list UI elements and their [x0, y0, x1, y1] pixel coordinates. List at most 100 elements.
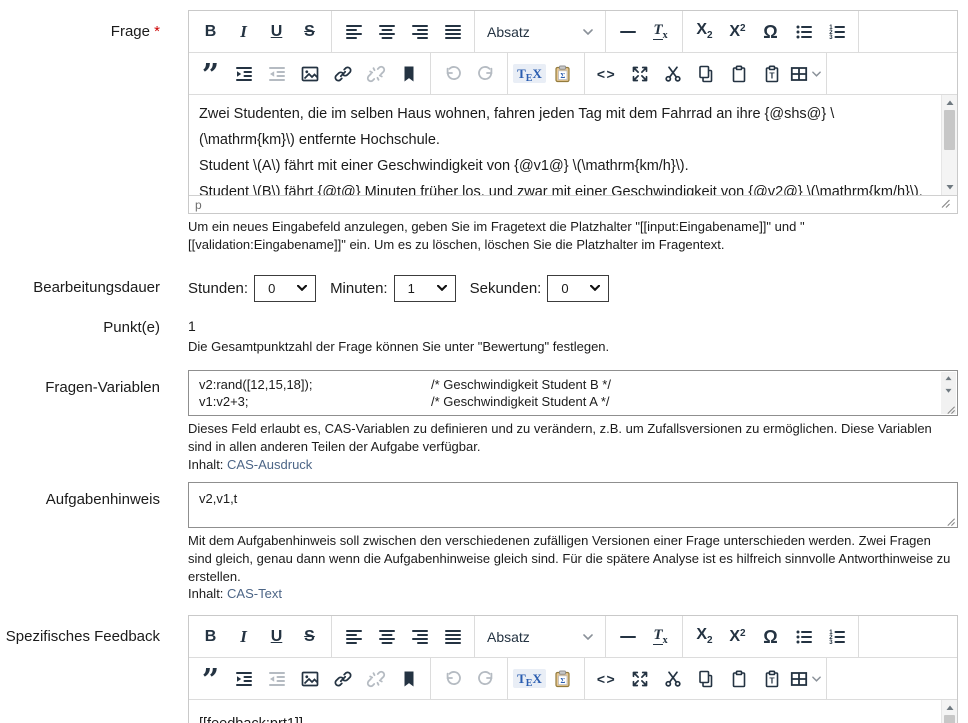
- strikethrough-button[interactable]: S: [293, 15, 326, 48]
- italic-button[interactable]: I: [227, 15, 260, 48]
- scrollbar-thumb[interactable]: [944, 110, 955, 150]
- bullet-list-button[interactable]: [787, 15, 820, 48]
- horizontal-rule-button[interactable]: [611, 620, 644, 653]
- frage-text[interactable]: Zwei Studenten, die im selben Haus wohne…: [189, 95, 957, 195]
- aufgabenhinweis-textarea[interactable]: v2,v1,t: [188, 482, 958, 528]
- paste-from-word-button[interactable]: [546, 57, 579, 90]
- insert-image-button[interactable]: [293, 662, 326, 695]
- special-character-button[interactable]: Ω: [754, 620, 787, 653]
- indent-button[interactable]: [227, 662, 260, 695]
- frage-help: Um ein neues Eingabefeld anzulegen, gebe…: [188, 218, 958, 254]
- insert-link-button[interactable]: [326, 57, 359, 90]
- resize-grip-icon[interactable]: [945, 404, 956, 415]
- remove-link-button[interactable]: [359, 57, 392, 90]
- align-center-button[interactable]: [370, 620, 403, 653]
- copy-button[interactable]: [689, 57, 722, 90]
- underline-button[interactable]: U: [260, 15, 293, 48]
- align-left-button[interactable]: [337, 15, 370, 48]
- bold-button[interactable]: B: [194, 620, 227, 653]
- outdent-button[interactable]: [260, 662, 293, 695]
- align-justify-button[interactable]: [436, 15, 469, 48]
- frage-editor-content[interactable]: Zwei Studenten, die im selben Haus wohne…: [189, 95, 957, 195]
- feedback-editor-content[interactable]: [[feedback:prt1]]: [189, 700, 957, 723]
- copy-button[interactable]: [689, 662, 722, 695]
- paste-as-text-button[interactable]: [755, 662, 788, 695]
- horizontal-rule-button[interactable]: [611, 15, 644, 48]
- scroll-down-icon[interactable]: [942, 180, 958, 195]
- numbered-list-button[interactable]: [820, 15, 853, 48]
- anchor-button[interactable]: [392, 662, 425, 695]
- paste-as-text-button[interactable]: [755, 57, 788, 90]
- resize-grip-icon[interactable]: [939, 197, 951, 212]
- table-button[interactable]: [788, 662, 821, 695]
- tex-button[interactable]: TEX: [513, 57, 546, 90]
- italic-button[interactable]: I: [227, 620, 260, 653]
- scrollbar-thumb[interactable]: [944, 715, 955, 723]
- element-path[interactable]: p: [195, 198, 202, 212]
- cut-button[interactable]: [656, 662, 689, 695]
- align-right-button[interactable]: [403, 15, 436, 48]
- undo-button[interactable]: [436, 57, 469, 90]
- scroll-down-icon[interactable]: [941, 385, 957, 398]
- required-mark: *: [154, 23, 160, 40]
- paste-from-word-button[interactable]: [546, 662, 579, 695]
- special-character-button[interactable]: Ω: [754, 15, 787, 48]
- redo-button[interactable]: [469, 57, 502, 90]
- fullscreen-button[interactable]: [623, 57, 656, 90]
- blockquote-button[interactable]: ”: [194, 662, 227, 695]
- feedback-text[interactable]: [[feedback:prt1]]: [189, 700, 957, 723]
- fullscreen-button[interactable]: [623, 662, 656, 695]
- source-code-button[interactable]: <>: [590, 662, 623, 695]
- sekunden-label: Sekunden:: [470, 280, 542, 297]
- strikethrough-button[interactable]: S: [293, 620, 326, 653]
- paragraph-format-select[interactable]: Absatz: [480, 620, 600, 653]
- paste-button[interactable]: [722, 662, 755, 695]
- insert-link-button[interactable]: [326, 662, 359, 695]
- cas-ausdruck-link[interactable]: CAS-Ausdruck: [227, 457, 312, 472]
- clear-formatting-button[interactable]: Tx: [644, 620, 677, 653]
- cut-button[interactable]: [656, 57, 689, 90]
- remove-link-button[interactable]: [359, 662, 392, 695]
- frage-paragraph: Student \(B\) fährt {@t@} Minuten früher…: [199, 179, 925, 195]
- table-button[interactable]: [788, 57, 821, 90]
- feedback-editor-scrollbar[interactable]: [941, 700, 957, 723]
- fragen-variablen-textarea[interactable]: v2:rand([12,15,18]); /* Geschwindigkeit …: [188, 370, 958, 416]
- cas-text-link[interactable]: CAS-Text: [227, 586, 282, 601]
- frage-editor-scrollbar[interactable]: [941, 95, 957, 195]
- minuten-select[interactable]: 1: [394, 275, 456, 302]
- subscript-button[interactable]: X2: [688, 620, 721, 653]
- underline-button[interactable]: U: [260, 620, 293, 653]
- source-code-button[interactable]: <>: [590, 57, 623, 90]
- subscript-button[interactable]: X2: [688, 15, 721, 48]
- numbered-list-button[interactable]: [820, 620, 853, 653]
- align-center-button[interactable]: [370, 15, 403, 48]
- paragraph-format-select[interactable]: Absatz: [480, 15, 600, 48]
- clear-formatting-button[interactable]: Tx: [644, 15, 677, 48]
- chevron-down-icon: [583, 29, 593, 35]
- align-justify-button[interactable]: [436, 620, 469, 653]
- superscript-button[interactable]: X2: [721, 620, 754, 653]
- indent-icon: [234, 64, 254, 84]
- stunden-select[interactable]: 0: [254, 275, 316, 302]
- scroll-up-icon[interactable]: [942, 700, 958, 715]
- resize-grip-icon[interactable]: [945, 516, 956, 527]
- undo-button[interactable]: [436, 662, 469, 695]
- bullet-list-button[interactable]: [787, 620, 820, 653]
- blockquote-button[interactable]: ”: [194, 57, 227, 90]
- italic-icon: I: [240, 628, 247, 645]
- align-right-button[interactable]: [403, 620, 436, 653]
- indent-button[interactable]: [227, 57, 260, 90]
- sekunden-select[interactable]: 0: [547, 275, 609, 302]
- scroll-up-icon[interactable]: [942, 95, 958, 110]
- insert-image-button[interactable]: [293, 57, 326, 90]
- align-left-button[interactable]: [337, 620, 370, 653]
- tex-button[interactable]: TEX: [513, 662, 546, 695]
- superscript-button[interactable]: X2: [721, 15, 754, 48]
- bold-button[interactable]: B: [194, 15, 227, 48]
- anchor-button[interactable]: [392, 57, 425, 90]
- redo-button[interactable]: [469, 662, 502, 695]
- aufgabenhinweis-help: Mit dem Aufgabenhinweis soll zwischen de…: [188, 532, 958, 604]
- scroll-up-icon[interactable]: [941, 372, 957, 385]
- paste-button[interactable]: [722, 57, 755, 90]
- outdent-button[interactable]: [260, 57, 293, 90]
